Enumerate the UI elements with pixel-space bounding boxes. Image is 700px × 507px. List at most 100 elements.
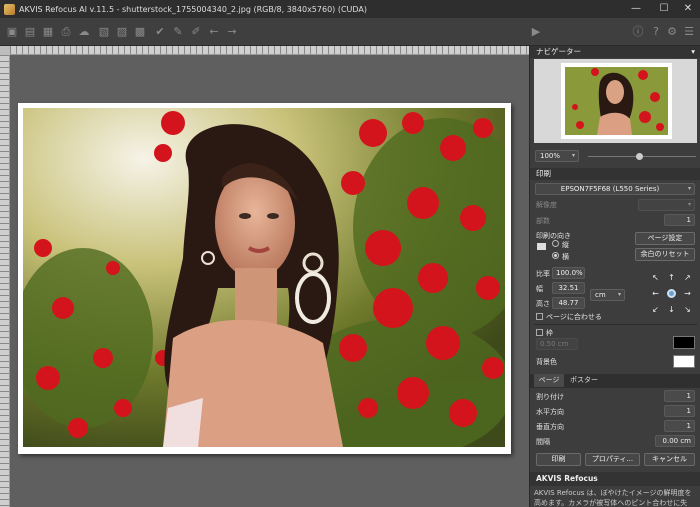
brush-icon[interactable]: ✎ xyxy=(170,24,186,40)
info-icon[interactable]: ⓘ xyxy=(630,24,646,40)
printer-name: EPSON7F5F68 (L550 Series) xyxy=(560,185,660,193)
eraser-icon[interactable]: ✐ xyxy=(188,24,204,40)
window-title: AKVIS Refocus AI v.11.5 - shutterstock_1… xyxy=(19,4,368,14)
printer-select[interactable]: EPSON7F5F68 (L550 Series) ▾ xyxy=(535,183,695,195)
horizontal-label: 水平方向 xyxy=(536,408,564,416)
unit-value: cm xyxy=(595,291,606,299)
frame-label: 枠 xyxy=(546,329,553,337)
run-icon[interactable]: ▶ xyxy=(528,24,544,40)
scale-input[interactable]: 100.0% xyxy=(552,267,585,279)
landscape-label: 横 xyxy=(562,253,569,261)
arrow-right-icon[interactable]: → xyxy=(683,289,692,298)
help-icon[interactable]: ? xyxy=(648,24,664,40)
width-label: 幅 xyxy=(536,285,543,293)
print-header: 印刷 xyxy=(530,168,700,180)
fit-page-checkbox[interactable] xyxy=(536,313,543,320)
tab-poster[interactable]: ポスター xyxy=(566,374,602,387)
preferences-icon[interactable]: ☰ xyxy=(681,24,697,40)
background-color-swatch[interactable] xyxy=(673,355,695,368)
print-preview-page xyxy=(18,103,511,454)
cancel-button[interactable]: キャンセル xyxy=(644,453,695,466)
ruler-vertical xyxy=(0,55,10,507)
portrait-with-roses-image xyxy=(23,108,505,447)
chevron-down-icon: ▾ xyxy=(687,201,691,208)
maximize-button[interactable]: ☐ xyxy=(652,0,676,18)
help-title: AKVIS Refocus xyxy=(536,474,598,483)
divider xyxy=(534,324,697,325)
navigator-preview[interactable] xyxy=(534,59,697,143)
gap-input[interactable]: 0.00 cm xyxy=(655,435,695,447)
copies-input[interactable]: 1 xyxy=(664,214,695,226)
app-window: AKVIS Refocus AI v.11.5 - shutterstock_1… xyxy=(0,0,700,507)
arrow-up-icon[interactable]: ↑ xyxy=(667,273,676,282)
preset-icon[interactable]: ▨ xyxy=(114,24,130,40)
open-icon[interactable]: ▤ xyxy=(22,24,38,40)
title-bar: AKVIS Refocus AI v.11.5 - shutterstock_1… xyxy=(0,0,700,18)
arrow-up-left-icon[interactable]: ↖ xyxy=(651,273,660,282)
save-icon[interactable]: ▦ xyxy=(40,24,56,40)
zoom-value: 100% xyxy=(540,152,561,160)
print-button[interactable]: 印刷 xyxy=(536,453,581,466)
split-input[interactable]: 1 xyxy=(664,390,695,402)
check-icon[interactable]: ✔ xyxy=(152,24,168,40)
portrait-radio[interactable] xyxy=(552,240,559,247)
vertical-input[interactable]: 1 xyxy=(664,420,695,432)
tab-page[interactable]: ページ xyxy=(534,374,564,387)
zoom-select[interactable]: 100% ▾ xyxy=(535,150,579,162)
arrow-down-right-icon[interactable]: ↘ xyxy=(683,305,692,314)
ruler-horizontal xyxy=(10,46,529,55)
landscape-radio[interactable] xyxy=(552,252,559,259)
crop-icon[interactable]: ▩ xyxy=(132,24,148,40)
center-position-icon[interactable] xyxy=(667,289,676,298)
right-panel: ナビゲーター ▾ 100% ▾ 印刷 EPSON7F5F68 (L550 Seri… xyxy=(529,46,700,507)
vertical-label: 垂直方向 xyxy=(536,423,564,431)
photo-preview xyxy=(23,108,505,447)
help-header: AKVIS Refocus xyxy=(530,472,700,486)
frame-width-input[interactable]: 0.50 cm xyxy=(536,338,578,350)
print-icon[interactable]: ⎙ xyxy=(58,24,74,40)
arrow-up-right-icon[interactable]: ↗ xyxy=(683,273,692,282)
toolbar: ▣ ▤ ▦ ⎙ ☁ ▧ ▨ ▩ ✔ ✎ ✐ ← → ▶ ⓘ ? ⚙ ☰ xyxy=(0,18,700,46)
ruler-corner xyxy=(0,46,10,55)
arrow-down-left-icon[interactable]: ↙ xyxy=(651,305,660,314)
resolution-select[interactable]: ▾ xyxy=(638,199,695,211)
unit-select[interactable]: cm ▾ xyxy=(590,289,625,301)
navigator-header[interactable]: ナビゲーター ▾ xyxy=(530,46,700,58)
navigator-image xyxy=(565,67,668,135)
width-input[interactable]: 32.51 xyxy=(552,282,585,294)
height-input[interactable]: 48.77 xyxy=(552,297,585,309)
resolution-label: 解像度 xyxy=(536,201,557,209)
app-logo-icon xyxy=(4,3,15,15)
portrait-label: 縦 xyxy=(562,241,569,249)
close-button[interactable]: ✕ xyxy=(676,0,700,18)
batch-icon[interactable]: ▧ xyxy=(96,24,112,40)
zoom-slider-handle[interactable] xyxy=(636,153,643,160)
open-file-icon[interactable]: ▣ xyxy=(4,24,20,40)
chevron-down-icon: ▾ xyxy=(571,152,575,159)
settings-gear-icon[interactable]: ⚙ xyxy=(664,24,680,40)
chevron-down-icon: ▾ xyxy=(687,185,691,192)
help-text: AKVIS Refocus は、ぼやけたイメージの鮮明度を高めます。カメラが被写… xyxy=(534,489,692,507)
background-color-label: 背景色 xyxy=(536,358,557,366)
collapse-icon[interactable]: ▾ xyxy=(691,46,695,58)
print-title: 印刷 xyxy=(536,169,551,178)
arrow-down-icon[interactable]: ↓ xyxy=(667,305,676,314)
height-label: 高さ xyxy=(536,300,550,308)
frame-color-swatch[interactable] xyxy=(673,336,695,349)
copies-label: 部数 xyxy=(536,217,550,225)
arrow-left-icon[interactable]: ← xyxy=(651,289,660,298)
minimize-button[interactable]: — xyxy=(624,0,648,18)
share-icon[interactable]: ☁ xyxy=(76,24,92,40)
navigator-title: ナビゲーター xyxy=(536,47,581,56)
properties-button[interactable]: プロパティ... xyxy=(585,453,640,466)
page-setup-button[interactable]: ページ設定 xyxy=(635,232,695,245)
split-label: 割り付け xyxy=(536,393,564,401)
horizontal-input[interactable]: 1 xyxy=(664,405,695,417)
fit-page-label: ページに合わせる xyxy=(546,313,602,321)
frame-checkbox[interactable] xyxy=(536,329,543,336)
redo-icon[interactable]: → xyxy=(224,24,240,40)
undo-icon[interactable]: ← xyxy=(206,24,222,40)
chevron-down-icon: ▾ xyxy=(617,291,621,298)
orientation-icon xyxy=(537,243,546,250)
reset-margins-button[interactable]: 余白のリセット xyxy=(635,248,695,261)
